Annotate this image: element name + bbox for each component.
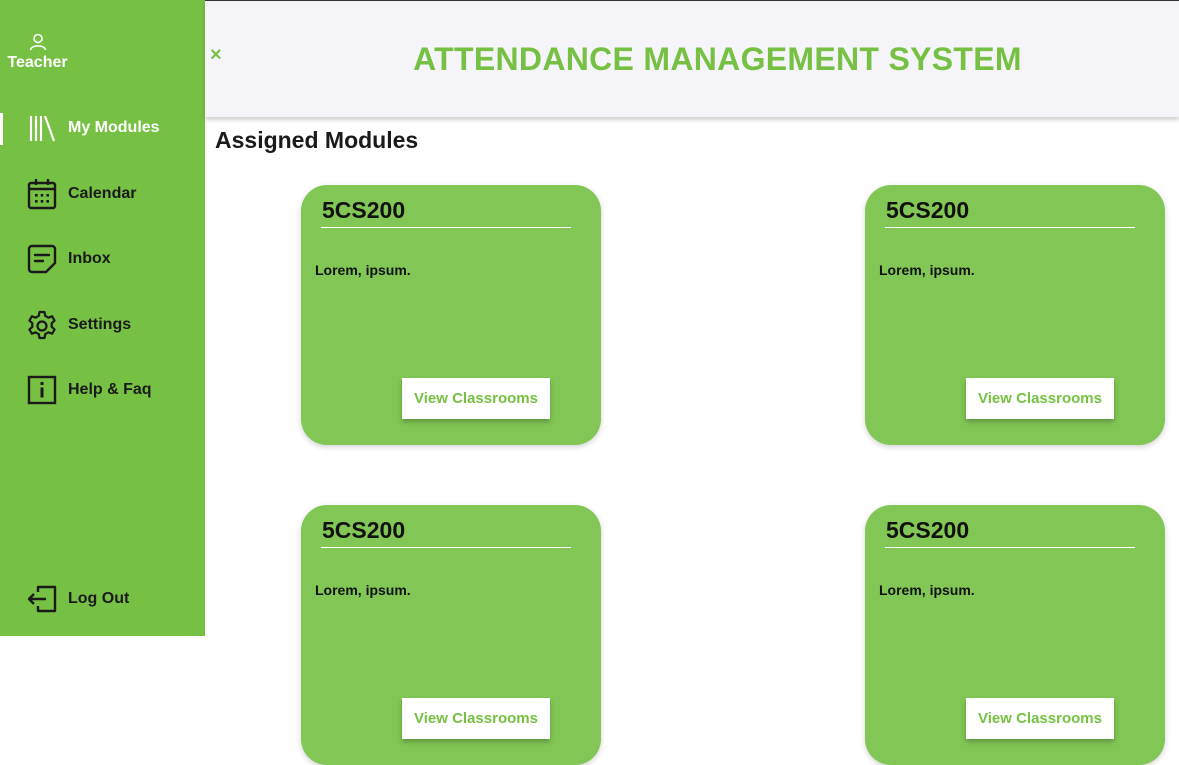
sidebar-item-label: Settings bbox=[68, 316, 132, 333]
card-divider bbox=[885, 227, 1135, 228]
card-divider bbox=[321, 547, 571, 548]
sidebar-item-settings[interactable]: Settings bbox=[26, 308, 196, 342]
sidebar-item-inbox[interactable]: Inbox bbox=[26, 242, 196, 276]
module-card: 5CS200 Lorem, ipsum. View Classrooms bbox=[865, 505, 1165, 765]
sidebar-item-label: My Modules bbox=[68, 119, 160, 136]
gear-icon bbox=[26, 309, 58, 341]
section-title: Assigned Modules bbox=[215, 127, 419, 153]
sidebar-item-label: Inbox bbox=[68, 250, 111, 267]
logout-button[interactable]: Log Out bbox=[26, 582, 196, 616]
sidebar-item-help[interactable]: Help & Faq bbox=[26, 373, 196, 407]
top-header: × ATTENDANCE MANAGEMENT SYSTEM bbox=[205, 0, 1179, 117]
books-icon bbox=[26, 112, 58, 144]
module-card: 5CS200 Lorem, ipsum. View Classrooms bbox=[865, 185, 1165, 445]
module-description: Lorem, ipsum. bbox=[315, 582, 411, 598]
module-card: 5CS200 Lorem, ipsum. View Classrooms bbox=[301, 185, 601, 445]
view-classrooms-button[interactable]: View Classrooms bbox=[966, 378, 1114, 419]
active-indicator bbox=[0, 113, 3, 145]
user-icon bbox=[29, 33, 46, 51]
user-role-label: Teacher bbox=[7, 54, 68, 71]
sidebar-item-label: Calendar bbox=[68, 185, 137, 202]
sidebar-item-calendar[interactable]: Calendar bbox=[26, 177, 196, 211]
card-divider bbox=[321, 227, 571, 228]
module-code: 5CS200 bbox=[322, 517, 406, 543]
user-profile[interactable]: Teacher bbox=[0, 32, 75, 72]
info-icon bbox=[26, 374, 58, 406]
calendar-icon bbox=[26, 178, 58, 210]
logout-icon bbox=[26, 583, 58, 615]
inbox-icon bbox=[26, 243, 58, 275]
module-code: 5CS200 bbox=[886, 517, 970, 543]
sidebar-item-my-modules[interactable]: My Modules bbox=[26, 111, 196, 145]
page-title: ATTENDANCE MANAGEMENT SYSTEM bbox=[413, 41, 1022, 77]
logout-label: Log Out bbox=[68, 590, 130, 607]
view-classrooms-button[interactable]: View Classrooms bbox=[402, 378, 550, 419]
card-divider bbox=[885, 547, 1135, 548]
module-code: 5CS200 bbox=[886, 197, 970, 223]
view-classrooms-button[interactable]: View Classrooms bbox=[966, 698, 1114, 739]
view-classrooms-button[interactable]: View Classrooms bbox=[402, 698, 550, 739]
module-description: Lorem, ipsum. bbox=[315, 262, 411, 278]
module-code: 5CS200 bbox=[322, 197, 406, 223]
sidebar-item-label: Help & Faq bbox=[68, 381, 152, 398]
module-card: 5CS200 Lorem, ipsum. View Classrooms bbox=[301, 505, 601, 765]
sidebar: Teacher My Modules Calendar Inbox Settin… bbox=[0, 0, 205, 636]
module-description: Lorem, ipsum. bbox=[879, 582, 975, 598]
module-description: Lorem, ipsum. bbox=[879, 262, 975, 278]
